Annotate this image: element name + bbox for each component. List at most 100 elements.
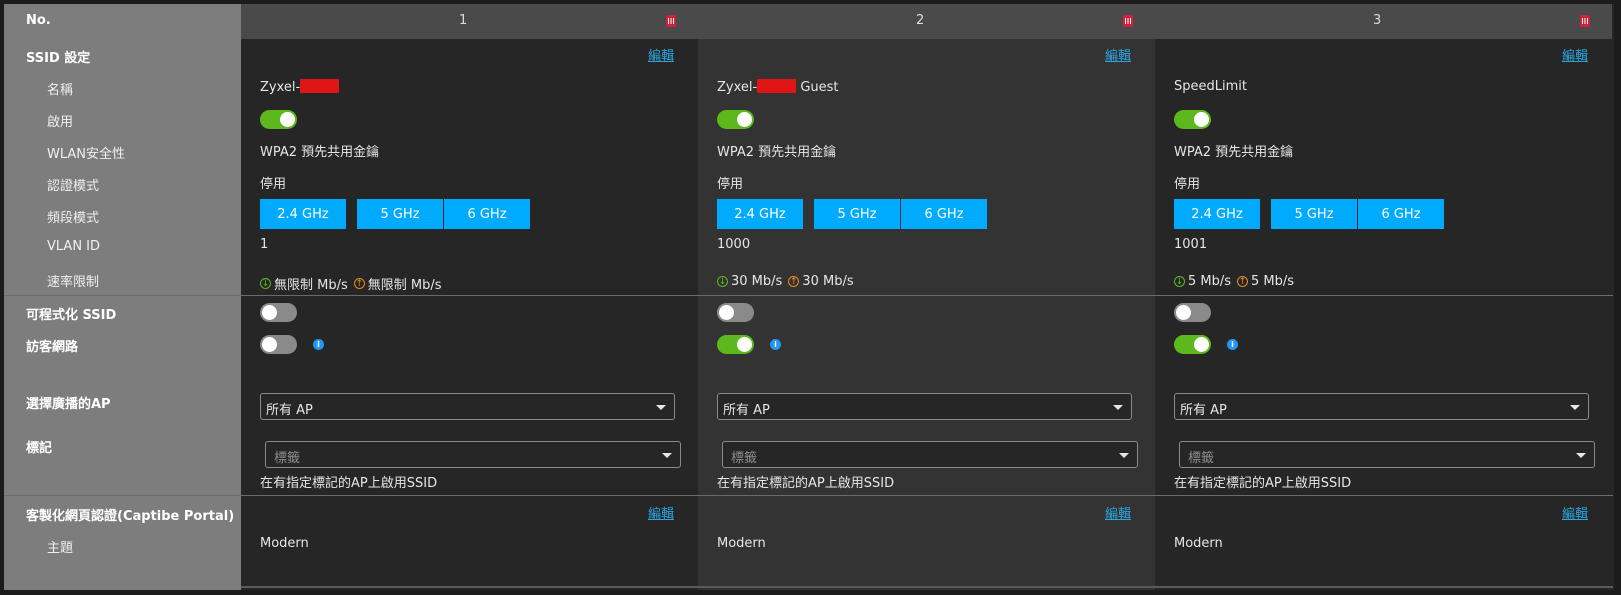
label-band-mode: 頻段模式 bbox=[47, 211, 100, 226]
broadcast-ap-select[interactable]: 所有 AP bbox=[717, 393, 1132, 420]
band-5ghz-button[interactable]: 5 GHz bbox=[1271, 199, 1357, 229]
ssid-name: Zyxel- bbox=[260, 79, 340, 95]
vlan-value: 1 bbox=[260, 237, 269, 252]
band-5ghz-button[interactable]: 5 GHz bbox=[357, 199, 443, 229]
enable-toggle[interactable] bbox=[260, 110, 297, 129]
theme-value: Modern bbox=[260, 536, 309, 551]
guest-network-toggle[interactable] bbox=[260, 335, 297, 354]
label-enable: 啟用 bbox=[47, 115, 74, 130]
chevron-down-icon bbox=[1119, 453, 1129, 458]
label-tag: 標記 bbox=[26, 441, 53, 456]
ssid-name: SpeedLimit bbox=[1174, 79, 1247, 94]
chevron-down-icon bbox=[656, 405, 666, 410]
band-2-4ghz-button[interactable]: 2.4 GHz bbox=[260, 199, 346, 229]
label-guest-network: 訪客網路 bbox=[26, 340, 79, 355]
delete-ssid-2-icon[interactable] bbox=[1123, 15, 1133, 27]
tag-select[interactable]: 標籤 bbox=[722, 441, 1138, 468]
ssid-name-prefix: SpeedLimit bbox=[1174, 79, 1247, 94]
rate-limit-value: ↓ 30 Mb/s ↑ 30 Mb/s bbox=[717, 274, 854, 289]
rate-up: 無限制 Mb/s bbox=[367, 278, 442, 293]
download-arrow-icon: ↓ bbox=[260, 278, 271, 289]
delete-ssid-3-icon[interactable] bbox=[1580, 15, 1590, 27]
label-theme: 主題 bbox=[47, 541, 74, 556]
header-cell-2 bbox=[698, 4, 1155, 39]
row-labels-column bbox=[4, 4, 241, 590]
tag-select[interactable]: 標籤 bbox=[265, 441, 681, 468]
broadcast-ap-value: 所有 AP bbox=[266, 403, 313, 418]
chevron-down-icon bbox=[1570, 405, 1580, 410]
rate-limit-value: ↓ 無限制 Mb/s ↑ 無限制 Mb/s bbox=[260, 274, 442, 293]
theme-value: Modern bbox=[1174, 536, 1223, 551]
info-icon[interactable]: i bbox=[313, 339, 324, 350]
auth-mode-value: 停用 bbox=[717, 177, 744, 192]
edit-captive-portal-link[interactable]: 編輯 bbox=[1105, 503, 1131, 522]
edit-ssid-settings-link[interactable]: 編輯 bbox=[648, 45, 674, 64]
rate-down: 5 Mb/s bbox=[1188, 274, 1232, 289]
chevron-down-icon bbox=[1113, 405, 1123, 410]
band-6ghz-button[interactable]: 6 GHz bbox=[1358, 199, 1444, 229]
auth-mode-value: 停用 bbox=[260, 177, 287, 192]
column-number-3: 3 bbox=[1373, 13, 1382, 28]
programmable-ssid-toggle[interactable] bbox=[717, 303, 754, 322]
programmable-ssid-toggle[interactable] bbox=[260, 303, 297, 322]
info-icon[interactable]: i bbox=[770, 339, 781, 350]
guest-network-toggle[interactable] bbox=[1174, 335, 1211, 354]
enable-toggle[interactable] bbox=[717, 110, 754, 129]
download-arrow-icon: ↓ bbox=[717, 276, 728, 287]
rate-up: 30 Mb/s bbox=[802, 274, 854, 289]
broadcast-ap-value: 所有 AP bbox=[723, 403, 770, 418]
band-2-4ghz-button[interactable]: 2.4 GHz bbox=[717, 199, 803, 229]
tag-hint: 在有指定標記的AP上啟用SSID bbox=[260, 476, 438, 491]
header-cell-1 bbox=[241, 4, 698, 39]
label-vlan-id: VLAN ID bbox=[47, 239, 101, 254]
label-wlan-security: WLAN安全性 bbox=[47, 147, 126, 162]
enable-toggle[interactable] bbox=[1174, 110, 1211, 129]
vlan-value: 1001 bbox=[1174, 237, 1208, 252]
edit-captive-portal-link[interactable]: 編輯 bbox=[1562, 503, 1588, 522]
ssid-name-prefix: Zyxel- bbox=[717, 80, 758, 95]
tag-select[interactable]: 標籤 bbox=[1179, 441, 1595, 468]
header-no-label: No. bbox=[26, 13, 51, 28]
band-6ghz-button[interactable]: 6 GHz bbox=[444, 199, 530, 229]
security-value: WPA2 預先共用金鑰 bbox=[260, 145, 380, 160]
band-6ghz-button[interactable]: 6 GHz bbox=[901, 199, 987, 229]
broadcast-ap-select[interactable]: 所有 AP bbox=[260, 393, 675, 420]
guest-network-toggle[interactable] bbox=[717, 335, 754, 354]
download-arrow-icon: ↓ bbox=[1174, 276, 1185, 287]
vlan-value: 1000 bbox=[717, 237, 751, 252]
label-rate-limit: 速率限制 bbox=[47, 275, 100, 290]
redacted-block bbox=[757, 79, 797, 93]
ssid-name-prefix: Zyxel- bbox=[260, 80, 301, 95]
section-divider bbox=[4, 295, 1613, 296]
upload-arrow-icon: ↑ bbox=[1237, 276, 1249, 287]
rate-up: 5 Mb/s bbox=[1251, 274, 1295, 289]
edit-ssid-settings-link[interactable]: 編輯 bbox=[1105, 45, 1131, 64]
column-number-1: 1 bbox=[459, 13, 468, 28]
rate-limit-value: ↓ 5 Mb/s ↑ 5 Mb/s bbox=[1174, 274, 1294, 289]
tag-placeholder: 標籤 bbox=[731, 451, 758, 466]
tag-hint: 在有指定標記的AP上啟用SSID bbox=[717, 476, 895, 491]
delete-ssid-1-icon[interactable] bbox=[666, 15, 676, 27]
rate-down: 無限制 Mb/s bbox=[274, 278, 348, 293]
label-auth-mode: 認證模式 bbox=[47, 179, 100, 194]
programmable-ssid-toggle[interactable] bbox=[1174, 303, 1211, 322]
edit-ssid-settings-link[interactable]: 編輯 bbox=[1562, 45, 1588, 64]
auth-mode-value: 停用 bbox=[1174, 177, 1201, 192]
label-broadcast-ap: 選擇廣播的AP bbox=[26, 397, 111, 412]
security-value: WPA2 預先共用金鑰 bbox=[717, 145, 837, 160]
rate-down: 30 Mb/s bbox=[731, 274, 783, 289]
tag-placeholder: 標籤 bbox=[1188, 451, 1215, 466]
broadcast-ap-select[interactable]: 所有 AP bbox=[1174, 393, 1589, 420]
security-value: WPA2 預先共用金鑰 bbox=[1174, 145, 1294, 160]
band-2-4ghz-button[interactable]: 2.4 GHz bbox=[1174, 199, 1260, 229]
tag-hint: 在有指定標記的AP上啟用SSID bbox=[1174, 476, 1352, 491]
ssid-name: Zyxel- Guest bbox=[717, 79, 839, 95]
ssid-name-suffix: Guest bbox=[796, 80, 839, 95]
upload-arrow-icon: ↑ bbox=[788, 276, 800, 287]
label-name: 名稱 bbox=[47, 83, 74, 98]
label-ssid-settings: SSID 設定 bbox=[26, 51, 91, 66]
info-icon[interactable]: i bbox=[1227, 339, 1238, 350]
label-captive-portal: 客製化網頁認證(Captibe Portal) bbox=[26, 509, 235, 524]
edit-captive-portal-link[interactable]: 編輯 bbox=[648, 503, 674, 522]
band-5ghz-button[interactable]: 5 GHz bbox=[814, 199, 900, 229]
